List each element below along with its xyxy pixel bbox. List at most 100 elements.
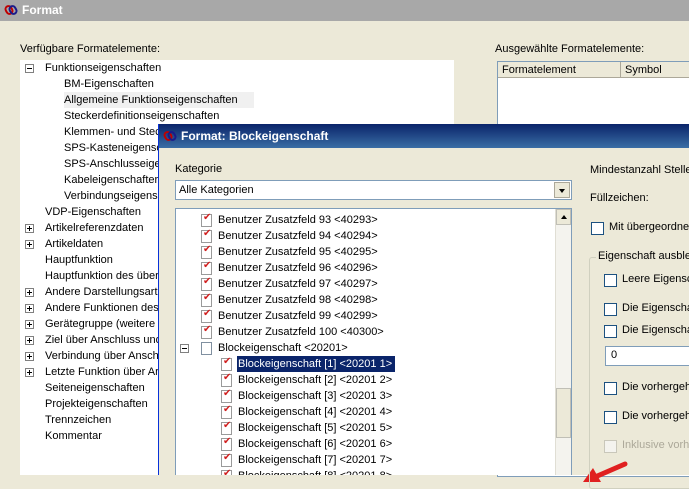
parent-checkbox-label: Mit übergeordnet	[609, 221, 689, 233]
property-check-icon	[221, 388, 232, 403]
property-label-1: Die Eigenschaf	[622, 302, 689, 314]
main-window-titlebar[interactable]: Format	[0, 0, 689, 21]
property-tree-item[interactable]: Benutzer Zusatzfeld 93 <40293>	[217, 212, 381, 228]
previous-label-2: Die vorhergeh	[622, 410, 689, 422]
property-check-icon	[221, 468, 232, 475]
parent-checkbox[interactable]	[591, 222, 604, 235]
tree-item[interactable]: Gerätegruppe (weitere	[45, 316, 155, 332]
property-tree-item[interactable]: Blockeigenschaft [1] <20201 1>	[235, 355, 397, 373]
scroll-up-button[interactable]	[556, 209, 571, 225]
tree-item[interactable]: Andere Darstellungsart	[45, 284, 158, 300]
expand-plus-icon[interactable]	[25, 288, 34, 297]
property-tree-item[interactable]: Benutzer Zusatzfeld 95 <40295>	[217, 244, 381, 260]
tree-item[interactable]: SPS-Anschlusseige	[64, 156, 161, 172]
tree-item[interactable]: Artikelreferenzdaten	[45, 220, 143, 236]
collapse-minus-icon[interactable]	[180, 344, 189, 353]
property-check-icon	[221, 452, 232, 467]
property-check-icon	[201, 308, 212, 323]
app-logo-icon	[3, 3, 19, 17]
tree-item[interactable]: BM-Eigenschaften	[64, 76, 154, 92]
tree-item[interactable]: Ziel über Anschluss und	[45, 332, 162, 348]
hide-property-group	[589, 257, 689, 489]
property-label-2: Die Eigenschaf	[622, 324, 689, 336]
hide-property-group-label: Eigenschaft ausblen	[596, 250, 689, 262]
dialog-logo-icon	[162, 129, 178, 143]
tree-item[interactable]: Projekteigenschaften	[45, 396, 148, 412]
property-tree-item[interactable]: Blockeigenschaft [5] <20201 5>	[237, 420, 395, 436]
property-tree-item[interactable]: Benutzer Zusatzfeld 94 <40294>	[217, 228, 381, 244]
property-check-icon	[201, 292, 212, 307]
arrow-up-icon	[561, 215, 567, 219]
expand-plus-icon[interactable]	[25, 240, 34, 249]
category-value: Alle Kategorien	[179, 184, 254, 196]
property-tree-item[interactable]: Blockeigenschaft [7] <20201 7>	[237, 452, 395, 468]
category-select[interactable]: Alle Kategorien	[175, 180, 572, 200]
tree-item[interactable]: VDP-Eigenschaften	[45, 204, 141, 220]
property-tree-item[interactable]: Benutzer Zusatzfeld 98 <40298>	[217, 292, 381, 308]
block-property-dialog: Format: Blockeigenschaft Kategorie Alle …	[158, 124, 689, 489]
tree-item[interactable]: SPS-Kasteneigensc	[64, 140, 162, 156]
column-header-formatelement[interactable]: Formatelement	[498, 62, 621, 78]
collapse-minus-icon[interactable]	[25, 64, 34, 73]
tree-item[interactable]: Verbindungseigens	[64, 188, 158, 204]
tree-item[interactable]: Artikeldaten	[45, 236, 103, 252]
tree-item[interactable]: Hauptfunktion	[45, 252, 113, 268]
expand-plus-icon[interactable]	[25, 368, 34, 377]
property-tree[interactable]: Benutzer Zusatzfeld 93 <40293>Benutzer Z…	[175, 208, 572, 475]
expand-plus-icon[interactable]	[25, 304, 34, 313]
chevron-down-icon	[559, 189, 565, 193]
property-tree-item[interactable]: Blockeigenschaft [3] <20201 3>	[237, 388, 395, 404]
selected-elements-label: Ausgewählte Formatelemente:	[495, 43, 645, 55]
scroll-thumb[interactable]	[556, 388, 571, 438]
tree-item[interactable]: Klemmen- und Stec	[64, 124, 161, 140]
tree-item[interactable]: Steckerdefinitionseigenschaften	[64, 108, 219, 124]
property-check-icon	[201, 244, 212, 259]
property-tree-item[interactable]: Blockeigenschaft <20201>	[217, 340, 351, 356]
tree-item[interactable]: Kabeleigenschafter	[64, 172, 158, 188]
tree-item[interactable]: Allgemeine Funktionseigenschaften	[64, 92, 254, 108]
property-checkbox-1[interactable]	[604, 303, 617, 316]
expand-plus-icon[interactable]	[25, 224, 34, 233]
previous-checkbox-2[interactable]	[604, 411, 617, 424]
tree-item[interactable]: Letzte Funktion über Ar	[45, 364, 159, 380]
property-check-icon	[201, 212, 212, 227]
property-check-icon	[201, 276, 212, 291]
tree-item[interactable]: Trennzeichen	[45, 412, 111, 428]
property-check-icon	[221, 404, 232, 419]
expand-plus-icon[interactable]	[25, 336, 34, 345]
tree-item[interactable]: Funktionseigenschaften	[45, 60, 161, 76]
inclusive-label: Inklusive vorh	[622, 439, 689, 451]
property-checkbox-2[interactable]	[604, 325, 617, 338]
tree-item[interactable]: Hauptfunktion des über	[45, 268, 159, 284]
property-tree-item[interactable]: Benutzer Zusatzfeld 96 <40296>	[217, 260, 381, 276]
property-tree-item[interactable]: Benutzer Zusatzfeld 97 <40297>	[217, 276, 381, 292]
property-check-icon	[201, 228, 212, 243]
property-tree-item[interactable]: Benutzer Zusatzfeld 100 <40300>	[217, 324, 387, 340]
dialog-titlebar[interactable]: Format: Blockeigenschaft	[159, 124, 689, 148]
expand-plus-icon[interactable]	[25, 352, 34, 361]
property-tree-scrollbar[interactable]	[555, 209, 571, 475]
value-spin-input[interactable]: 0	[605, 346, 689, 366]
tree-item[interactable]: Kommentar	[45, 428, 102, 444]
expand-plus-icon[interactable]	[25, 320, 34, 329]
property-tree-item[interactable]: Benutzer Zusatzfeld 99 <40299>	[217, 308, 381, 324]
column-header-symbol[interactable]: Symbol	[621, 62, 689, 78]
property-tree-item[interactable]: Blockeigenschaft [8] <20201 8>	[237, 468, 395, 475]
property-tree-item[interactable]: Blockeigenschaft [6] <20201 6>	[237, 436, 395, 452]
property-check-icon	[201, 324, 212, 339]
empty-property-label: Leere Eigensc	[622, 273, 689, 285]
category-dropdown-button[interactable]	[554, 182, 570, 198]
property-group-icon	[201, 342, 212, 355]
tree-item[interactable]: Verbindung über Ansch	[45, 348, 159, 364]
empty-property-checkbox[interactable]	[604, 274, 617, 287]
tree-item[interactable]: Seiteneigenschaften	[45, 380, 145, 396]
property-check-icon	[221, 420, 232, 435]
property-tree-item[interactable]: Blockeigenschaft [2] <20201 2>	[237, 372, 395, 388]
property-check-icon	[221, 372, 232, 387]
property-tree-item[interactable]: Blockeigenschaft [4] <20201 4>	[237, 404, 395, 420]
tree-item[interactable]: Andere Funktionen des	[45, 300, 159, 316]
category-label: Kategorie	[175, 163, 223, 175]
inclusive-checkbox[interactable]	[604, 440, 617, 453]
previous-checkbox-1[interactable]	[604, 382, 617, 395]
property-check-icon	[221, 356, 232, 371]
